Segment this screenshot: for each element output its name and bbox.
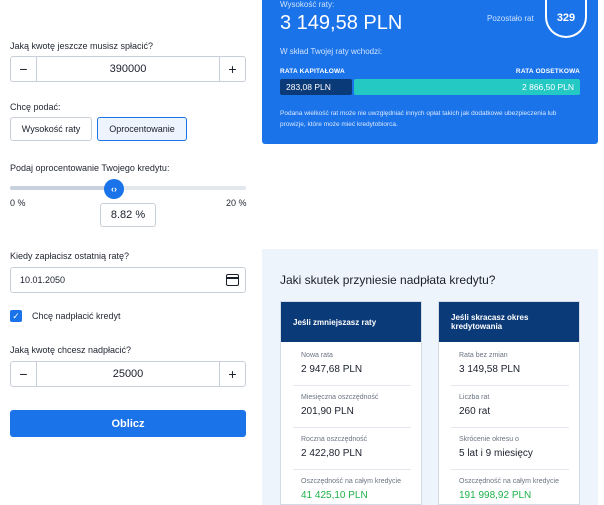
interest-label: Podaj oprocentowanie Twojego kredytu: (10, 163, 170, 173)
remaining-amount-stepper: − 390000 + (10, 56, 246, 82)
card-row-value: 2 947,68 PLN (301, 364, 363, 375)
calendar-icon[interactable] (226, 274, 239, 286)
card-row-divider (293, 427, 411, 428)
card-row-label: Oszczędność na całym kredycie (459, 478, 559, 485)
overpay-amount-label: Jaką kwotę chcesz nadpłacić? (10, 345, 132, 355)
card-row-label: Skrócenie okresu o (459, 436, 519, 443)
slider-max-label: 20 % (226, 198, 247, 208)
card-row-label: Liczba rat (459, 394, 490, 401)
calculate-button[interactable]: Oblicz (10, 410, 246, 437)
remaining-installments-label: Pozostało rat (487, 14, 534, 23)
card-row-label: Roczna oszczędność (301, 436, 368, 443)
remaining-amount-input[interactable]: 390000 (37, 63, 219, 75)
overpay-checkbox-label: Chcę nadpłacić kredyt (32, 311, 121, 321)
increment-button[interactable]: + (219, 57, 245, 81)
remaining-amount-label: Jaką kwotę jeszcze musisz spłacić? (10, 41, 154, 51)
overpay-decrement-button[interactable]: − (11, 362, 37, 386)
toggle-rate-button[interactable]: Wysokość raty (10, 117, 92, 141)
shorten-term-card-heading: Jeśli skracasz okres kredytowania (439, 302, 579, 342)
reduce-rate-card: Jeśli zmniejszasz raty Nowa rata 2 947,6… (280, 301, 422, 505)
reduce-rate-card-heading: Jeśli zmniejszasz raty (281, 302, 421, 342)
card-row-value: 260 rat (459, 406, 491, 417)
interest-column-heading: RATA ODSETKOWA (515, 68, 580, 75)
capital-column-heading: RATA KAPITAŁOWA (280, 68, 345, 75)
last-payment-date-input[interactable]: 10.01.2050 (10, 267, 246, 293)
overpayment-effect-panel: Jaki skutek przyniesie nadpłata kredytu?… (262, 249, 598, 505)
interest-slider-fill (10, 186, 115, 190)
shorten-term-card: Jeśli skracasz okres kredytowania Rata b… (438, 301, 580, 505)
card-row-label: Nowa rata (301, 352, 333, 359)
card-row-divider (451, 427, 569, 428)
card-row-value: 191 998,92 PLN (459, 490, 532, 501)
overpay-checkbox[interactable]: ✓ (10, 310, 22, 322)
rate-label: Wysokość raty: (280, 0, 335, 9)
card-row-divider (293, 469, 411, 470)
capital-portion-bar: 283,08 PLN (280, 79, 352, 95)
rate-value: 3 149,58 PLN (280, 12, 403, 34)
rate-summary-panel: Wysokość raty: 3 149,58 PLN Pozostało ra… (262, 0, 598, 144)
overpayment-effect-title: Jaki skutek przyniesie nadpłata kredytu? (280, 273, 496, 287)
card-row-value: 201,90 PLN (301, 406, 354, 417)
slider-min-label: 0 % (10, 198, 26, 208)
toggle-interest-button[interactable]: Oprocentowanie (97, 117, 187, 141)
breakdown-label: W skład Twojej raty wchodzi: (280, 47, 383, 56)
interest-slider-track[interactable] (10, 186, 246, 190)
last-payment-label: Kiedy zapłacisz ostatnią ratę? (10, 251, 130, 261)
card-row-label: Rata bez zmian (459, 352, 508, 359)
remaining-installments-count: 329 (545, 0, 587, 38)
interest-value-input[interactable]: 8.82 % (100, 203, 156, 227)
card-row-label: Oszczędność na całym kredycie (301, 478, 401, 485)
card-row-label: Miesięczna oszczędność (301, 394, 379, 401)
card-row-value: 41 425,10 PLN (301, 490, 368, 501)
overpay-amount-stepper: − 25000 + (10, 361, 246, 387)
card-row-value: 3 149,58 PLN (459, 364, 521, 375)
decrement-button[interactable]: − (11, 57, 37, 81)
disclaimer-note: Podana wielkość rat może nie uwzględniać… (280, 110, 557, 128)
last-payment-date-value: 10.01.2050 (20, 275, 66, 285)
choose-label: Chcę podać: (10, 102, 61, 112)
interest-portion-bar: 2 866,50 PLN (354, 79, 580, 95)
card-row-divider (451, 469, 569, 470)
card-row-value: 2 422,80 PLN (301, 448, 363, 459)
card-row-divider (451, 385, 569, 386)
card-row-value: 5 lat i 9 miesięcy (459, 448, 533, 459)
interest-slider-handle[interactable]: ‹› (104, 179, 124, 199)
overpay-increment-button[interactable]: + (219, 362, 245, 386)
overpay-amount-input[interactable]: 25000 (37, 368, 219, 380)
card-row-divider (293, 385, 411, 386)
